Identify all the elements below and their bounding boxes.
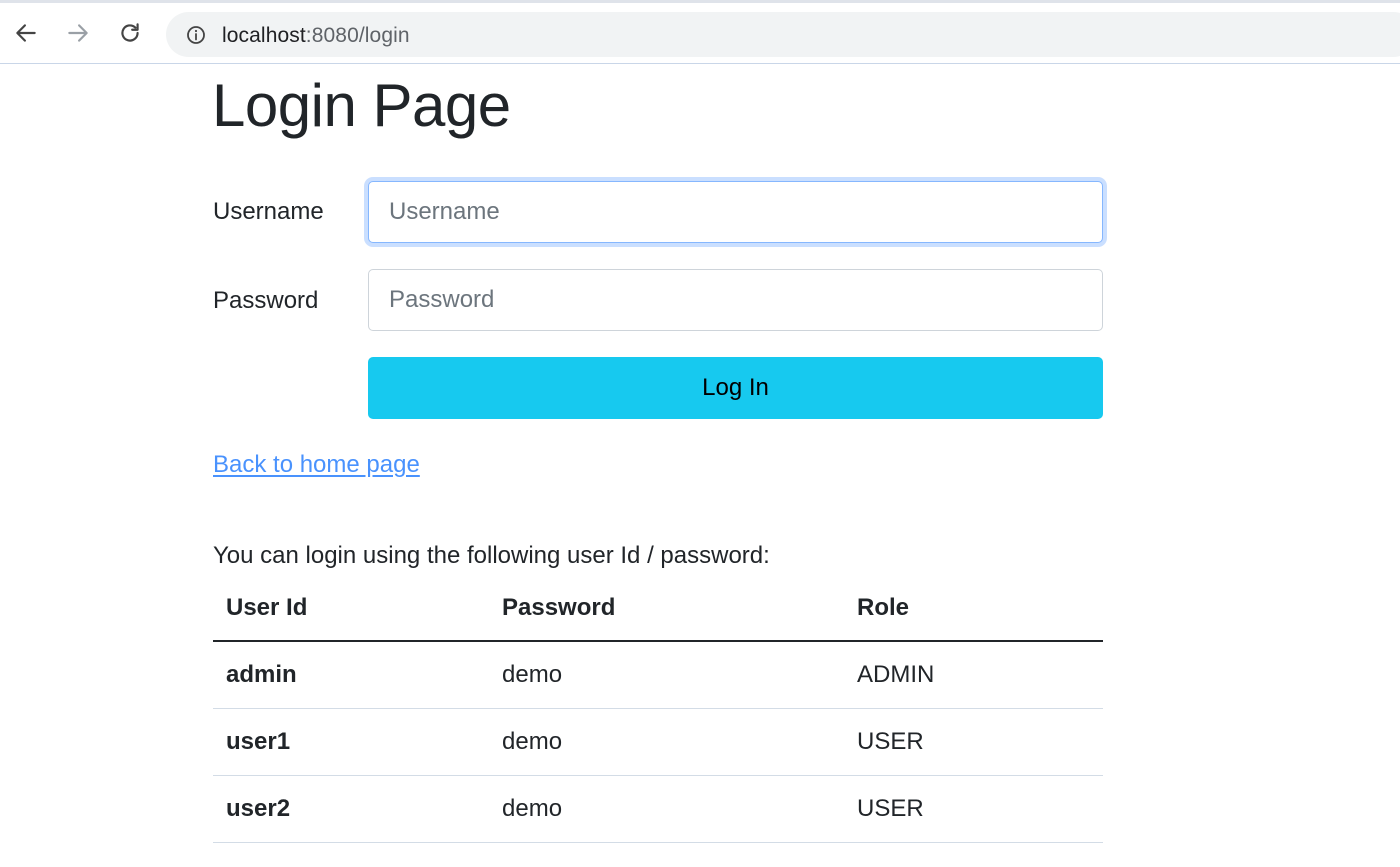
header-role: Role [844,576,1103,642]
credentials-table: User Id Password Role admin demo ADMIN u… [213,576,1103,843]
arrow-right-icon [68,24,88,42]
arrow-left-icon [16,24,36,42]
cell-role: USER [844,708,1103,776]
info-icon[interactable] [186,25,206,45]
cell-user-id: user2 [213,775,489,843]
table-header-row: User Id Password Role [213,576,1103,642]
forward-button[interactable] [63,18,93,48]
cell-password: demo [489,641,844,709]
username-label: Username [213,198,324,225]
cell-password: demo [489,708,844,776]
reload-button[interactable] [115,18,145,48]
credentials-info-text: You can login using the following user I… [213,542,770,569]
url-host: localhost [222,24,306,47]
password-label: Password [213,287,319,314]
address-bar[interactable]: localhost:8080/login [166,12,1400,57]
back-button[interactable] [11,18,41,48]
page-title: Login Page [212,72,511,139]
table-row: user2 demo USER [213,775,1103,843]
username-input[interactable] [368,181,1103,243]
browser-toolbar: localhost:8080/login [0,0,1400,64]
cell-password: demo [489,775,844,843]
header-user-id: User Id [213,576,489,642]
login-button[interactable]: Log In [368,357,1103,419]
table-row: user1 demo USER [213,708,1103,776]
url-text: localhost:8080/login [222,24,410,48]
back-to-home-link[interactable]: Back to home page [213,451,420,479]
cell-user-id: admin [213,641,489,709]
cell-user-id: user1 [213,708,489,776]
url-path: :8080/login [305,24,410,47]
header-password: Password [489,576,844,642]
cell-role: USER [844,775,1103,843]
table-row: admin demo ADMIN [213,641,1103,709]
password-input[interactable] [368,269,1103,331]
reload-icon [121,23,139,42]
cell-role: ADMIN [844,641,1103,709]
